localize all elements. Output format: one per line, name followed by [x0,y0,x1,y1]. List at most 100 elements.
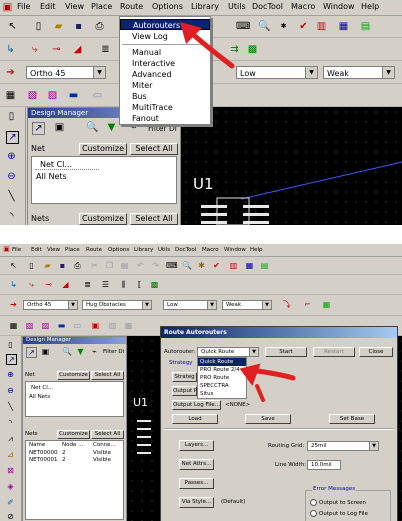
via-icon[interactable]: ⊸ [51,44,62,55]
menu-utils[interactable]: Utils [158,247,170,253]
grid-icon[interactable]: ▦ [5,90,16,101]
chevron-down-icon[interactable]: ▼ [249,348,258,356]
check-icon[interactable]: ✔ [298,21,309,32]
tune-combo[interactable]: Weak ▼ [222,300,272,310]
select-tool-icon[interactable]: ↗ [6,131,19,144]
netlist-icon[interactable]: ▦ [338,21,349,32]
column-header-connection[interactable]: Conne... [93,442,116,448]
menu-window[interactable]: Window [323,2,355,11]
component-icon[interactable]: ▥ [316,21,327,32]
menu-route[interactable]: Route [120,2,143,11]
net-attrs-button[interactable]: Net Attrs... [179,459,214,470]
corner-icon[interactable]: ⌐ [303,300,312,309]
zoom-icon[interactable]: 🔍 [182,261,192,270]
layer-icon[interactable]: ▤ [260,261,269,270]
select-all-button-2[interactable]: Select All [91,430,124,439]
new-file-icon[interactable]: ▯ [27,261,36,270]
passes-button[interactable]: Passes... [179,478,214,489]
picture-icon[interactable]: ▭ [92,90,103,101]
obstacle-combo[interactable]: Hug Obstacles ▼ [82,300,152,310]
menu-file[interactable]: File [17,2,30,11]
menu-library[interactable]: Library [134,247,153,253]
copy-icon[interactable]: ❐ [105,261,114,270]
layers-icon[interactable]: ▧ [27,90,38,101]
new-file-icon[interactable]: ▯ [33,21,44,32]
table-row-name[interactable]: NET00001 [29,457,57,463]
angle-combo[interactable]: Ortho 45 ▼ [26,66,106,79]
strategy-button[interactable]: Strateg [172,372,197,382]
board-icon[interactable]: ▯ [6,111,17,122]
menu-file[interactable]: File [12,247,21,253]
open-folder-icon[interactable]: ▰ [53,21,64,32]
fanout-icon[interactable]: ⫼ [119,280,128,289]
paste-icon[interactable]: ▤ [120,261,129,270]
select-all-button-2[interactable]: Select All [130,213,178,225]
via-icon[interactable]: ⊸ [44,280,53,289]
component-icon[interactable]: ▥ [229,261,238,270]
via-style-button[interactable]: Via Style... [179,497,214,508]
add-route-icon[interactable]: ⤷ [29,44,40,55]
drc-icon[interactable]: ✱ [197,261,206,270]
output-log-file-button[interactable]: Output Log File... [172,400,221,410]
filter-icon[interactable]: ▼ [106,122,117,133]
menu-item-bus[interactable]: Bus [120,91,210,102]
customize-button[interactable]: Customize [57,371,90,380]
output-log-option[interactable]: Output to Log File [310,510,368,517]
plane-icon[interactable]: ▬ [68,90,79,101]
cut-icon[interactable]: ✂ [90,261,99,270]
grid-icon[interactable]: ▦ [9,321,18,330]
rect-icon[interactable]: ▣ [91,321,100,330]
layers-button[interactable]: Layers... [179,440,214,451]
menu-doctool[interactable]: DocTool [252,2,283,11]
chevron-down-icon[interactable]: ▼ [93,67,105,78]
undo-icon[interactable]: ↶ [136,261,145,270]
tree-item-all-nets[interactable]: All Nets [36,172,67,181]
text-icon[interactable]: ✐ [6,498,15,507]
tree-item-all-nets[interactable]: All Nets [29,394,50,400]
save-icon[interactable]: ▪ [58,261,67,270]
dimension-icon[interactable]: ⊿ [6,450,15,459]
tree-item-net-class[interactable]: Net Cl... [31,385,53,391]
grid-pattern-icon[interactable]: ▩ [150,280,159,289]
add-route-icon[interactable]: ⤷ [27,280,36,289]
layers-icon[interactable]: ▧ [25,321,34,330]
unlink-icon[interactable]: ⌁ [90,347,99,356]
output-path-button[interactable]: Output Pa [172,386,200,396]
chevron-down-icon[interactable]: ▼ [369,442,378,450]
save-button[interactable]: Save [245,414,291,424]
plane-icon[interactable]: ▬ [57,321,66,330]
menu-utils[interactable]: Utils [228,2,246,11]
menu-doctool[interactable]: DocTool [175,247,196,253]
route-trace-icon[interactable]: ↳ [5,44,16,55]
magnify-icon[interactable]: 🔍 [62,347,72,356]
picture-icon[interactable]: ▭ [73,321,82,330]
load-button[interactable]: Load [172,414,218,424]
menu-edit[interactable]: Edit [40,2,56,11]
customize-button-2[interactable]: Customize [57,430,90,439]
menu-view[interactable]: View [47,247,60,253]
layer-icon[interactable]: ▤ [360,21,371,32]
netlist-icon[interactable]: ▦ [245,261,254,270]
curve-icon[interactable]: ◢ [72,44,83,55]
check-icon[interactable]: ✔ [212,261,221,270]
menu-library[interactable]: Library [191,2,219,11]
filter-icon[interactable]: ▼ [76,347,85,356]
menu-view[interactable]: View [65,2,84,11]
keyboard-icon[interactable]: ⌨ [166,261,178,270]
bus-icon[interactable]: ≣ [100,44,111,55]
menu-place[interactable]: Place [65,247,80,253]
box-icon[interactable]: ▧ [108,321,117,330]
arc-tool-icon[interactable]: ◝ [6,211,17,222]
menu-route[interactable]: Route [86,247,102,253]
drc-icon[interactable]: ✱ [278,21,289,32]
layer-pair-icon[interactable]: ▦ [322,300,331,309]
menu-place[interactable]: Place [91,2,112,11]
zoom-in-icon[interactable]: ⊕ [6,370,15,379]
menu-help[interactable]: Help [250,247,263,253]
line-tool-icon[interactable]: ╲ [6,402,15,411]
miter-icon[interactable]: ⤵ [282,300,291,309]
menu-edit[interactable]: Edit [31,247,42,253]
chip-icon[interactable]: ▣ [54,122,65,133]
bus-align-icon[interactable]: ☰ [101,280,110,289]
line-tool-icon[interactable]: ╲ [6,191,17,202]
